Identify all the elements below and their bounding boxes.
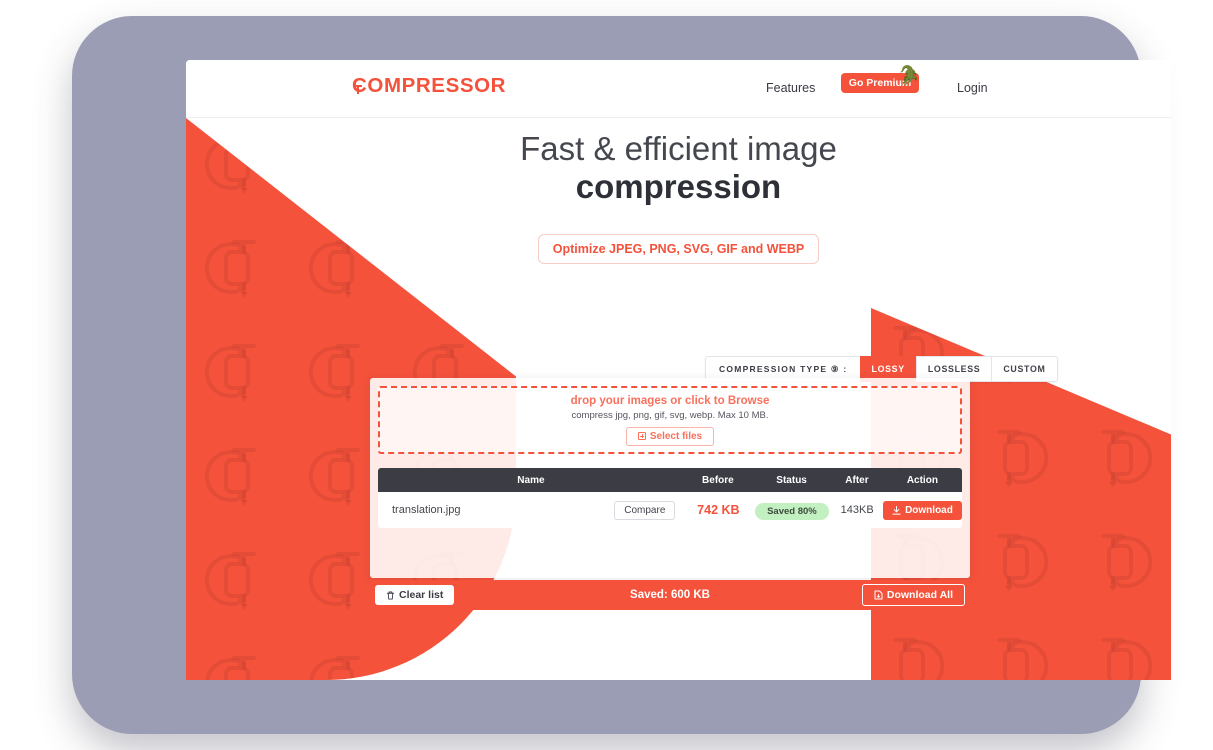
- column-header-name: Name: [517, 474, 545, 486]
- hero-section: Fast & efficient image compression Optim…: [186, 118, 1171, 265]
- hero-title-line1: Fast & efficient image: [520, 130, 837, 167]
- download-button[interactable]: Download: [883, 501, 962, 520]
- file-table: Name Before Status After Action translat…: [378, 468, 962, 528]
- nav-item-features[interactable]: Features: [766, 81, 815, 95]
- hero-title-line2: compression: [575, 168, 782, 206]
- clear-list-label: Clear list: [399, 589, 444, 601]
- trash-icon: [386, 591, 395, 600]
- download-all-label: Download All: [886, 589, 953, 601]
- select-files-label: Select files: [649, 431, 703, 442]
- clear-list-button[interactable]: Clear list: [375, 585, 455, 605]
- column-header-before: Before: [702, 474, 734, 486]
- compression-type-label: COMPRESSION TYPE ⑨ :: [719, 363, 848, 374]
- download-label: Download: [905, 505, 953, 516]
- cell-action: Download: [883, 500, 962, 520]
- go-premium-wrapper: Go Premium 🐊: [841, 62, 922, 93]
- compare-button[interactable]: Compare: [614, 501, 676, 520]
- column-header-action: Action: [906, 474, 938, 486]
- dropzone-title: drop your images or click to Browse: [570, 395, 770, 407]
- select-files-button[interactable]: Select files: [625, 427, 715, 446]
- site-header: COMPRESSOR Features Go Premium 🐊 Login: [186, 60, 1171, 118]
- logo-text: COMPRESSOR: [352, 74, 507, 97]
- cell-status: Saved 80%: [752, 501, 831, 520]
- column-header-after: After: [845, 474, 869, 486]
- status-badge: Saved 80%: [755, 502, 829, 520]
- cell-compare: Compare: [605, 500, 684, 520]
- plus-square-icon: [637, 432, 646, 440]
- file-download-icon: [874, 590, 883, 600]
- compression-type-custom[interactable]: CUSTOM: [991, 356, 1056, 382]
- footer-action-bar: Clear list Saved: 600 KB Download All: [370, 580, 970, 610]
- cell-size-after: 143KB: [840, 504, 874, 516]
- cell-file-name: translation.jpg: [392, 504, 461, 516]
- device-frame: COMPRESSOR Features Go Premium 🐊 Login F…: [72, 16, 1171, 734]
- nav-item-login[interactable]: Login: [957, 81, 988, 95]
- download-icon: [892, 506, 901, 515]
- cell-size-before: 742 KB: [697, 503, 740, 517]
- hero-badge-wrapper: Optimize JPEG, PNG, SVG, GIF and WEBP: [186, 234, 1171, 265]
- uploader-panel: drop your images or click to Browse comp…: [370, 378, 970, 578]
- table-row: translation.jpg Compare 742 KB Saved 80%…: [378, 492, 962, 528]
- download-all-button[interactable]: Download All: [861, 584, 965, 606]
- dropzone[interactable]: drop your images or click to Browse comp…: [378, 386, 962, 454]
- dropzone-subtitle: compress jpg, png, gif, svg, webp. Max 1…: [571, 410, 769, 421]
- browser-viewport: COMPRESSOR Features Go Premium 🐊 Login F…: [186, 60, 1171, 680]
- supported-formats-badge: Optimize JPEG, PNG, SVG, GIF and WEBP: [537, 234, 820, 265]
- column-header-status: Status: [776, 474, 807, 486]
- logo[interactable]: COMPRESSOR: [352, 74, 506, 98]
- table-header-row: Name Before Status After Action: [378, 468, 962, 492]
